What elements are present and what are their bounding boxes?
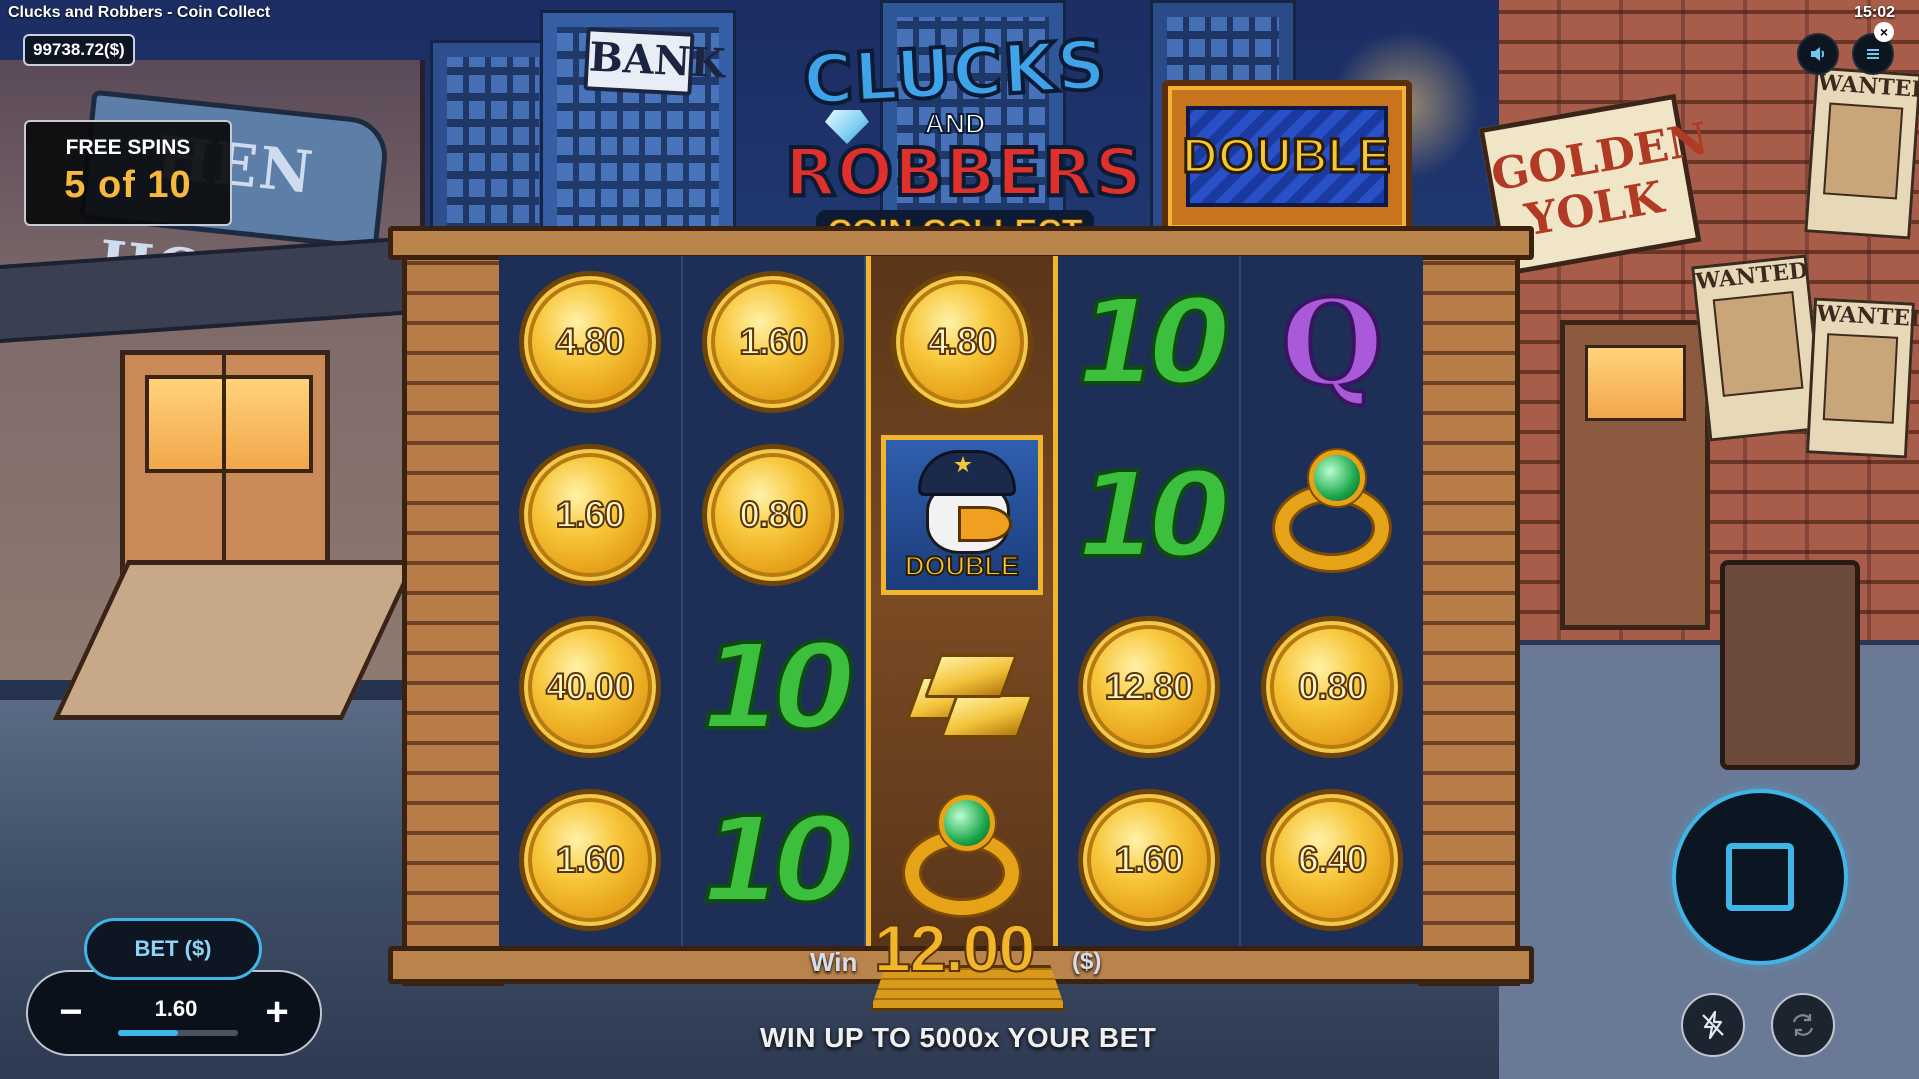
balance-display: 99738.72($)	[23, 34, 135, 66]
bet-increase-button[interactable]: +	[254, 990, 300, 1036]
bet-slider-fill	[118, 1030, 178, 1036]
coin-value: 1.60	[555, 493, 626, 536]
ten-symbol: 10	[699, 789, 857, 931]
bet-decrease-button[interactable]: −	[48, 990, 94, 1036]
bet-slider[interactable]	[118, 1030, 238, 1036]
coin-symbol: 40.00	[518, 616, 661, 759]
win-amount: 12.00	[873, 910, 1036, 986]
coin-value: 12.80	[1104, 665, 1195, 708]
left-brick-pillar	[402, 226, 504, 986]
bank-sign: BANK	[583, 27, 726, 96]
reel-cell: 1.60	[505, 775, 675, 945]
wanted-poster: WANTED	[1805, 297, 1919, 459]
ten-symbol: 10	[699, 616, 857, 758]
hamburger-icon	[1867, 49, 1879, 59]
coin-value: 6.40	[1297, 838, 1368, 881]
coin-symbol: 4.80	[518, 271, 661, 414]
double-label: DOUBLE	[904, 550, 1020, 582]
coin-value: 1.60	[1114, 838, 1185, 881]
coin-symbol: 12.80	[1077, 616, 1220, 759]
game-title: Clucks and Robbers - Coin Collect	[8, 4, 271, 21]
turbo-button[interactable]	[1681, 993, 1745, 1057]
trash-can	[1720, 560, 1860, 770]
reel-cell: 1.60	[688, 257, 858, 427]
reel-cell: 12.80	[1064, 602, 1234, 772]
coin-symbol: 1.60	[702, 271, 845, 414]
lightning-off-icon	[1702, 1010, 1724, 1040]
free-spins-label: FREE SPINS	[65, 136, 191, 159]
right-brick-pillar	[1418, 226, 1520, 986]
gold-bars-symbol	[892, 632, 1034, 742]
reel-1: 4.80 1.60 40.00 1.60	[499, 256, 683, 946]
autoplay-button[interactable]	[1771, 993, 1835, 1057]
reel-frame: 4.80 1.60 40.00 1.60 1.60 0.80 10 10 4.80 DOUBLE 1…	[388, 226, 1534, 986]
emerald-ring-symbol	[897, 794, 1027, 925]
reel-cell: DOUBLE	[877, 430, 1047, 600]
reel-2: 1.60 0.80 10 10	[682, 256, 867, 946]
autoplay-icon	[1792, 1014, 1814, 1036]
coin-value: 1.60	[555, 838, 626, 881]
promo-text: WIN UP TO 5000x YOUR BET	[760, 1022, 1157, 1053]
reel-cell: 4.80	[877, 257, 1047, 427]
reel-cell	[1247, 430, 1417, 600]
coin-value: 0.80	[738, 493, 809, 536]
reel-cell: 0.80	[688, 430, 858, 600]
game-logo: CLUCKS AND ROBBERS COIN COLLECT	[783, 24, 1144, 258]
stop-button[interactable]	[1672, 789, 1848, 965]
stop-icon	[1726, 843, 1794, 911]
reel-cell	[877, 602, 1047, 772]
reel-cell: 0.80	[1247, 602, 1417, 772]
top-beam	[388, 226, 1534, 260]
clock: 15:02	[1854, 4, 1895, 21]
wanted-poster: WANTED	[1804, 66, 1919, 240]
ten-symbol: 10	[1074, 444, 1232, 586]
reel-cell: Q	[1247, 257, 1417, 427]
coin-symbol: 0.80	[1261, 616, 1404, 759]
free-spins-panel: FREE SPINS 5 of 10	[24, 120, 232, 226]
shop-door	[1560, 320, 1710, 630]
reel-cell: 10	[1064, 257, 1234, 427]
close-icon[interactable]: ×	[1874, 22, 1894, 42]
wanted-poster: WANTED	[1691, 254, 1825, 442]
win-label: Win	[810, 947, 858, 977]
reel-cell: 10	[1064, 430, 1234, 600]
coin-symbol: 4.80	[890, 271, 1033, 414]
ten-symbol: 10	[1074, 271, 1232, 413]
coin-value: 4.80	[555, 320, 626, 363]
reel-cell: 6.40	[1247, 775, 1417, 945]
reel-3: 4.80 DOUBLE	[866, 256, 1058, 946]
coin-value: 4.80	[927, 320, 998, 363]
bet-value: 1.60	[154, 996, 198, 1021]
emerald-ring-symbol	[1267, 449, 1397, 580]
win-unit: ($)	[1072, 948, 1102, 975]
reel-cell: 10	[688, 602, 858, 772]
coin-symbol: 1.60	[518, 443, 661, 586]
free-spins-count: 5 of 10	[64, 164, 192, 206]
bet-button[interactable]: BET ($)	[84, 918, 262, 980]
sound-button[interactable]	[1797, 33, 1839, 75]
coin-value: 0.80	[1297, 665, 1368, 708]
reel-cell: 1.60	[505, 430, 675, 600]
reel-cell: 40.00	[505, 602, 675, 772]
logo-clucks: CLUCKS	[799, 24, 1110, 123]
win-display: Win 12.00 ($)	[810, 910, 1110, 1011]
queen-symbol: Q	[1279, 271, 1386, 414]
reel-5: Q 0.80 6.40	[1241, 256, 1423, 946]
speaker-icon	[1811, 47, 1825, 61]
double-sign-text: DOUBLE	[1181, 129, 1392, 185]
double-feature-sign: DOUBLE	[1162, 80, 1412, 235]
reel-4: 10 10 12.80 1.60	[1057, 256, 1242, 946]
coin-symbol: 6.40	[1261, 788, 1404, 931]
reel-cell: 4.80	[505, 257, 675, 427]
coin-symbol: 1.60	[518, 788, 661, 931]
coin-value: 1.60	[738, 320, 809, 363]
police-rooster-double-symbol: DOUBLE	[880, 434, 1043, 595]
reel-grid: 4.80 1.60 40.00 1.60 1.60 0.80 10 10 4.80 DOUBLE 1…	[499, 256, 1423, 946]
bet-panel: − 1.60 +	[26, 970, 322, 1056]
coin-value: 40.00	[545, 665, 636, 708]
coin-symbol: 0.80	[702, 443, 845, 586]
logo-robbers: ROBBERS	[783, 134, 1144, 211]
